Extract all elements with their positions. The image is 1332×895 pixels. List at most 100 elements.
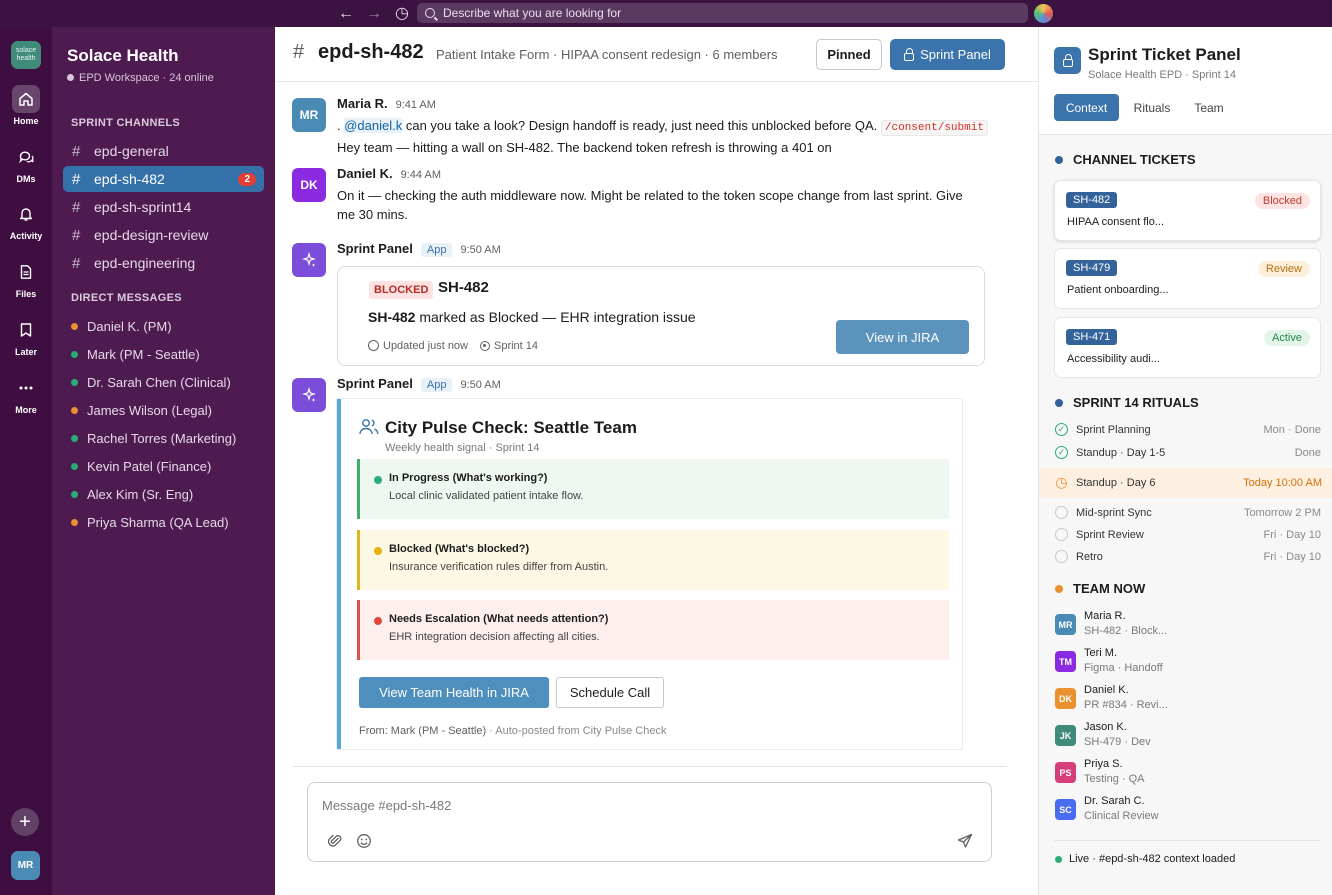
- author-name[interactable]: Daniel K.: [337, 166, 393, 181]
- pulse-title: City Pulse Check: Seattle Team: [385, 418, 637, 437]
- attach-icon[interactable]: [326, 833, 344, 851]
- sidebar-dm[interactable]: Dr. Sarah Chen (Clinical): [71, 375, 231, 390]
- rail-home-label: Home: [13, 116, 39, 126]
- sidebar-dm[interactable]: Kevin Patel (Finance): [71, 459, 211, 474]
- sprint-meta: Sprint 14: [480, 340, 538, 352]
- rail-dms[interactable]: DMs: [0, 143, 52, 184]
- rail-later[interactable]: Later: [0, 316, 52, 357]
- team-member[interactable]: TM Teri M. Figma · Handoff: [1055, 647, 1315, 679]
- channel-title[interactable]: epd-sh-482: [318, 41, 424, 64]
- author-name[interactable]: Sprint Panel: [337, 376, 413, 391]
- user-avatar[interactable]: MR: [11, 851, 40, 880]
- member-status: SH-482 · Block...: [1084, 625, 1168, 637]
- ritual-when: Fri · Day 10: [1263, 550, 1321, 563]
- dm-label: Daniel K. (PM): [87, 319, 172, 334]
- message-body: On it — checking the auth middleware now…: [337, 188, 963, 222]
- dm-label: James Wilson (Legal): [87, 403, 212, 418]
- sprint-panel-button[interactable]: Sprint Panel: [890, 39, 1005, 70]
- workspace-subtitle-text: EPD Workspace · 24 online: [79, 72, 214, 84]
- clock-icon: ◷: [1055, 474, 1068, 490]
- sidebar-channel-epd-sh-482[interactable]: # epd-sh-482 2: [63, 166, 264, 192]
- people-icon: [359, 419, 379, 435]
- panel-title: Sprint Ticket Panel: [1088, 45, 1241, 64]
- emoji-icon[interactable]: [355, 833, 373, 851]
- rail-home[interactable]: Home: [0, 85, 52, 126]
- message-time: 9:50 AM: [460, 244, 501, 256]
- ritual-when: Mon · Done: [1263, 423, 1321, 436]
- schedule-call-button[interactable]: Schedule Call: [556, 677, 664, 708]
- ticket-card[interactable]: SH-471 Active Accessibility audi...: [1054, 317, 1321, 378]
- team-member[interactable]: DK Daniel K. PR #834 · Revi...: [1055, 684, 1315, 716]
- presence-dot: [71, 435, 78, 442]
- sidebar-dm[interactable]: Priya Sharma (QA Lead): [71, 515, 229, 530]
- dm-header: DIRECT MESSAGES: [71, 292, 182, 304]
- channels-header: SPRINT CHANNELS: [71, 117, 181, 129]
- section-title: Blocked (What's blocked?): [389, 543, 530, 555]
- message-author: Daniel K. 9:44 AM: [337, 166, 441, 181]
- channel-description: Patient Intake Form · HIPAA consent rede…: [436, 47, 778, 62]
- ticket-card[interactable]: SH-479 Review Patient onboarding...: [1054, 248, 1321, 309]
- sidebar-channel-epd-engineering[interactable]: # epd-engineering: [63, 250, 264, 276]
- team-member[interactable]: JK Jason K. SH-479 · Dev: [1055, 721, 1315, 753]
- author-name[interactable]: Sprint Panel: [337, 241, 413, 256]
- ticket-card[interactable]: SH-482 Blocked HIPAA consent flo...: [1054, 180, 1321, 241]
- author-name[interactable]: Maria R.: [337, 96, 388, 111]
- history-clock-icon[interactable]: ◷: [392, 4, 412, 23]
- sidebar-dm[interactable]: James Wilson (Legal): [71, 403, 212, 418]
- panel-divider: [1054, 840, 1321, 841]
- sidebar-dm[interactable]: Alex Kim (Sr. Eng): [71, 487, 193, 502]
- sparkle-app-icon[interactable]: [292, 243, 326, 277]
- ritual-row-current[interactable]: ◷ Standup · Day 6 Today 10:00 AM: [1039, 468, 1332, 497]
- member-status: Testing · QA: [1084, 773, 1145, 785]
- tab-team[interactable]: Team: [1187, 94, 1231, 121]
- ritual-row[interactable]: Mid-sprint Sync Tomorrow 2 PM: [1055, 506, 1321, 519]
- workspace-logo[interactable]: solace health: [11, 41, 41, 69]
- channel-header: # epd-sh-482 Patient Intake Form · HIPAA…: [275, 27, 1038, 82]
- forward-arrow-icon[interactable]: →: [364, 4, 384, 23]
- rail-activity[interactable]: Activity: [0, 200, 52, 241]
- view-team-health-button[interactable]: View Team Health in JIRA: [359, 677, 549, 708]
- team-member[interactable]: MR Maria R. SH-482 · Block...: [1055, 610, 1315, 642]
- workspace-subtitle: EPD Workspace · 24 online: [67, 72, 214, 84]
- send-icon[interactable]: [956, 833, 974, 851]
- target-icon: [480, 341, 490, 351]
- pulse-check-card: City Pulse Check: Seattle Team Weekly he…: [337, 399, 962, 749]
- avatar[interactable]: DK: [292, 168, 326, 202]
- sidebar-dm[interactable]: Mark (PM - Seattle): [71, 347, 200, 362]
- check-circle-icon: ✓: [1055, 446, 1068, 459]
- view-in-jira-button[interactable]: View in JIRA: [836, 320, 969, 354]
- rail-more[interactable]: More: [0, 374, 52, 415]
- sidebar-dm[interactable]: Daniel K. (PM): [71, 319, 172, 334]
- title-bar: ← → ◷ Describe what you are looking for: [0, 0, 1332, 27]
- channel-sidebar: Solace Health EPD Workspace · 24 online …: [52, 27, 275, 895]
- back-arrow-icon[interactable]: ←: [336, 4, 356, 23]
- sidebar-channel-epd-design-review[interactable]: # epd-design-review: [63, 222, 264, 248]
- pinned-button[interactable]: Pinned: [816, 39, 882, 70]
- add-workspace-button[interactable]: +: [11, 808, 39, 836]
- rail-files[interactable]: Files: [0, 258, 52, 299]
- ritual-row[interactable]: Retro Fri · Day 10: [1055, 550, 1321, 563]
- team-member[interactable]: SC Dr. Sarah C. Clinical Review: [1055, 795, 1315, 827]
- workspace-name[interactable]: Solace Health: [67, 46, 179, 66]
- channel-label: epd-engineering: [94, 255, 196, 271]
- help-avatar-icon[interactable]: [1034, 4, 1053, 23]
- sidebar-channel-epd-sh-sprint14[interactable]: # epd-sh-sprint14: [63, 194, 264, 220]
- live-dot-icon: [1055, 855, 1062, 863]
- tab-context[interactable]: Context: [1054, 94, 1119, 121]
- search-placeholder: Describe what you are looking for: [443, 6, 622, 20]
- ritual-row[interactable]: ✓ Sprint Planning Mon · Done: [1055, 423, 1321, 436]
- team-member[interactable]: PS Priya S. Testing · QA: [1055, 758, 1315, 790]
- sparkle-app-icon[interactable]: [292, 378, 326, 412]
- ritual-row[interactable]: ✓ Standup · Day 1-5 Done: [1055, 446, 1321, 459]
- sidebar-channel-epd-general[interactable]: # epd-general: [63, 138, 264, 164]
- tab-rituals[interactable]: Rituals: [1126, 94, 1178, 121]
- clock-icon: [368, 340, 379, 351]
- message-input[interactable]: [322, 794, 972, 816]
- ticket-title: Patient onboarding...: [1067, 284, 1169, 296]
- search-bar[interactable]: Describe what you are looking for: [417, 3, 1028, 23]
- avatar[interactable]: MR: [292, 98, 326, 132]
- mention-link[interactable]: @daniel.k: [344, 118, 403, 133]
- sidebar-dm[interactable]: Rachel Torres (Marketing): [71, 431, 236, 446]
- ritual-row[interactable]: Sprint Review Fri · Day 10: [1055, 528, 1321, 541]
- member-name: Teri M.: [1084, 647, 1117, 659]
